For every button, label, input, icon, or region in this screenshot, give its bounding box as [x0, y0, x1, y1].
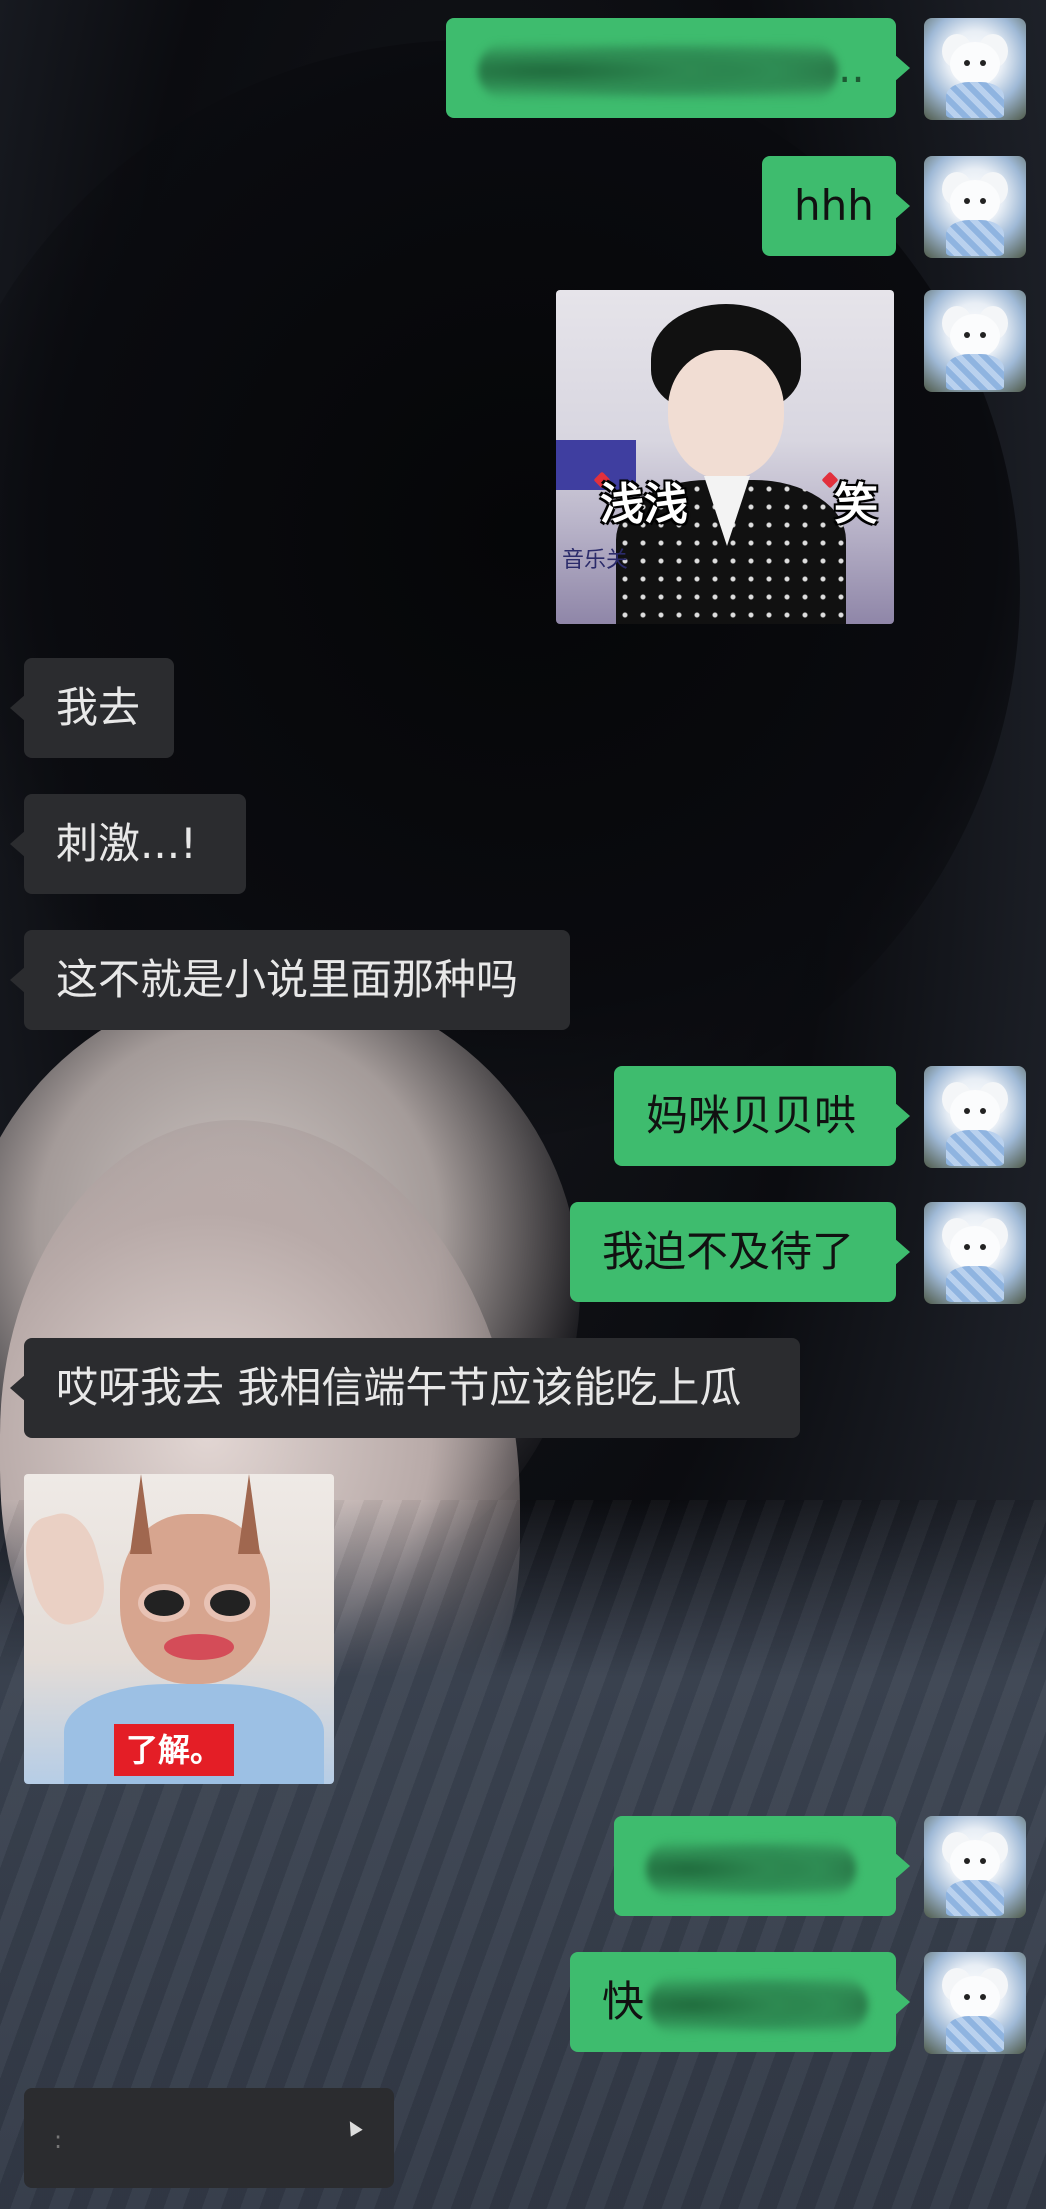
avatar[interactable]	[924, 18, 1026, 120]
sticker-caption: 了解。	[114, 1724, 235, 1776]
faint-mark: :	[54, 2126, 63, 2154]
message-text: 刺激...!	[56, 819, 197, 868]
incoming-message-bubble[interactable]: 我去	[10, 658, 174, 758]
incoming-message-bubble-partial[interactable]: : ▲	[24, 2088, 394, 2188]
outgoing-message-bubble[interactable]	[614, 1816, 910, 1916]
faint-mark: ▲	[341, 2113, 365, 2140]
outgoing-message-bubble[interactable]: 快	[570, 1952, 910, 2052]
avatar[interactable]	[924, 1202, 1026, 1304]
outgoing-message-bubble[interactable]: hhh	[762, 156, 910, 256]
sticker-image[interactable]: 了解。	[24, 1474, 334, 1784]
message-text: 妈咪贝贝哄	[646, 1091, 857, 1140]
incoming-message-bubble[interactable]: 这不就是小说里面那种吗	[10, 930, 570, 1030]
incoming-message-bubble[interactable]: 哎呀我去 我相信端午节应该能吃上瓜	[10, 1338, 800, 1438]
message-text: 我去	[56, 683, 141, 732]
message-text: 快	[602, 1977, 645, 2026]
incoming-message-bubble[interactable]: 刺激...!	[10, 794, 246, 894]
message-text: 这不就是小说里面那种吗	[56, 955, 519, 1004]
message-text: 我迫不及待了	[602, 1227, 855, 1276]
redacted-text-blur	[478, 40, 838, 101]
sticker-caption-left: 浅浅	[600, 479, 688, 530]
avatar[interactable]	[924, 1952, 1026, 2054]
outgoing-message-bubble[interactable]: 我迫不及待了	[570, 1202, 910, 1302]
message-text: 哎呀我去 我相信端午节应该能吃上瓜	[56, 1363, 742, 1412]
avatar[interactable]	[924, 290, 1026, 392]
sticker-caption-right: 笑	[834, 479, 878, 530]
sticker-image[interactable]: 浅浅 笑 音乐关	[556, 290, 894, 624]
outgoing-message-bubble[interactable]: ..	[446, 18, 910, 118]
outgoing-message-bubble[interactable]: 妈咪贝贝哄	[614, 1066, 910, 1166]
message-text: hhh	[794, 181, 874, 230]
sticker-subtext: 音乐关	[562, 548, 629, 573]
avatar[interactable]	[924, 1816, 1026, 1918]
redacted-text-blur	[646, 1838, 856, 1899]
avatar[interactable]	[924, 156, 1026, 258]
redacted-text-blur	[648, 1974, 869, 2035]
avatar[interactable]	[924, 1066, 1026, 1168]
message-text: ..	[838, 43, 865, 92]
